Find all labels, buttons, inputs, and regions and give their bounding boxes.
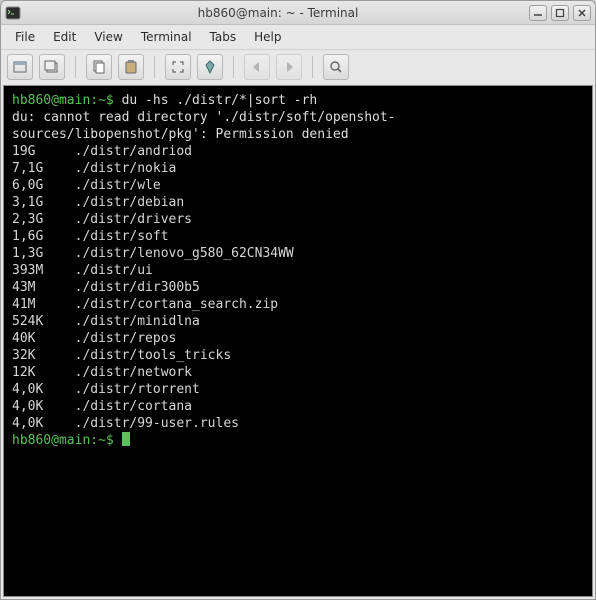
- search-button[interactable]: [323, 54, 349, 80]
- new-tab-button[interactable]: [7, 54, 33, 80]
- output-line: 4,0K ./distr/rtorrent: [12, 381, 584, 398]
- new-window-button[interactable]: [39, 54, 65, 80]
- menu-edit[interactable]: Edit: [45, 27, 84, 47]
- minimize-button[interactable]: [529, 5, 547, 21]
- toolbar-separator: [233, 56, 234, 78]
- toolbar-separator: [154, 56, 155, 78]
- output-line: 7,1G ./distr/nokia: [12, 160, 584, 177]
- output-line: 6,0G ./distr/wle: [12, 177, 584, 194]
- output-line: 4,0K ./distr/99-user.rules: [12, 415, 584, 432]
- menubar: File Edit View Terminal Tabs Help: [1, 25, 595, 49]
- window-title: hb860@main: ~ - Terminal: [27, 6, 529, 20]
- cursor: [122, 432, 130, 446]
- preferences-button[interactable]: [197, 54, 223, 80]
- terminal-window: hb860@main: ~ - Terminal File Edit View …: [0, 0, 596, 600]
- menu-terminal[interactable]: Terminal: [133, 27, 200, 47]
- prompt: hb860@main:~$: [12, 433, 122, 448]
- prompt: hb860@main:~$: [12, 93, 122, 108]
- output-line: 12K ./distr/network: [12, 364, 584, 381]
- menu-tabs[interactable]: Tabs: [202, 27, 245, 47]
- menu-file[interactable]: File: [7, 27, 43, 47]
- error-line: du: cannot read directory './distr/soft/…: [12, 109, 584, 143]
- copy-button[interactable]: [86, 54, 112, 80]
- terminal-view[interactable]: hb860@main:~$ du -hs ./distr/*|sort -rhd…: [3, 85, 593, 597]
- fullscreen-button[interactable]: [165, 54, 191, 80]
- output-line: 1,6G ./distr/soft: [12, 228, 584, 245]
- titlebar[interactable]: hb860@main: ~ - Terminal: [1, 1, 595, 25]
- command-text: du -hs ./distr/*|sort -rh: [122, 93, 318, 108]
- app-icon: [5, 5, 21, 21]
- menu-view[interactable]: View: [86, 27, 130, 47]
- output-line: 4,0K ./distr/cortana: [12, 398, 584, 415]
- prompt-line: hb860@main:~$: [12, 432, 584, 449]
- output-line: 1,3G ./distr/lenovo_g580_62CN34WW: [12, 245, 584, 262]
- paste-button[interactable]: [118, 54, 144, 80]
- toolbar-separator: [75, 56, 76, 78]
- output-line: 2,3G ./distr/drivers: [12, 211, 584, 228]
- output-line: 43M ./distr/dir300b5: [12, 279, 584, 296]
- next-tab-button[interactable]: [276, 54, 302, 80]
- output-line: 3,1G ./distr/debian: [12, 194, 584, 211]
- window-controls: [529, 5, 591, 21]
- toolbar-separator: [312, 56, 313, 78]
- prev-tab-button[interactable]: [244, 54, 270, 80]
- output-line: 393M ./distr/ui: [12, 262, 584, 279]
- menu-help[interactable]: Help: [246, 27, 289, 47]
- output-line: 32K ./distr/tools_tricks: [12, 347, 584, 364]
- maximize-button[interactable]: [551, 5, 569, 21]
- close-button[interactable]: [573, 5, 591, 21]
- output-line: 40K ./distr/repos: [12, 330, 584, 347]
- output-line: 41M ./distr/cortana_search.zip: [12, 296, 584, 313]
- toolbar: [1, 49, 595, 83]
- command-line: hb860@main:~$ du -hs ./distr/*|sort -rh: [12, 92, 584, 109]
- output-line: 19G ./distr/andriod: [12, 143, 584, 160]
- output-line: 524K ./distr/minidlna: [12, 313, 584, 330]
